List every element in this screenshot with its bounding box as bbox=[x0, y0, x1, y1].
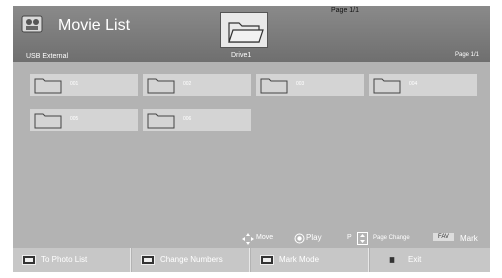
blue-button-icon bbox=[389, 257, 395, 263]
to-photo-list-label: To Photo List bbox=[41, 255, 88, 264]
folder-icon bbox=[34, 113, 62, 129]
to-photo-list-button[interactable]: To Photo List bbox=[13, 248, 131, 272]
yellow-button-icon bbox=[260, 255, 274, 265]
folder-label: 004 bbox=[409, 81, 418, 87]
four-way-arrow-icon bbox=[242, 233, 254, 245]
mark-mode-button[interactable]: Mark Mode bbox=[251, 248, 369, 272]
folder-item-003[interactable]: 003 bbox=[256, 74, 364, 96]
folder-label: 006 bbox=[183, 116, 192, 122]
key-help-bar: Move Play P Page Change FAV Mark bbox=[13, 230, 490, 248]
folder-grid: 001 002 003 004 005 006 bbox=[13, 62, 490, 230]
source-label: USB External bbox=[26, 53, 69, 60]
film-camera-icon bbox=[21, 15, 43, 33]
help-mark: Mark bbox=[460, 234, 478, 243]
folder-icon bbox=[147, 113, 175, 129]
change-numbers-button[interactable]: Change Numbers bbox=[132, 248, 250, 272]
fav-key: FAV bbox=[433, 233, 454, 241]
green-button-icon bbox=[141, 255, 155, 265]
red-button-icon bbox=[22, 255, 36, 265]
header-bar: Movie List Drive1 Page 1/1 USB External … bbox=[13, 6, 490, 62]
folder-item-006[interactable]: 006 bbox=[143, 109, 251, 131]
folder-item-004[interactable]: 004 bbox=[369, 74, 477, 96]
help-p-key: P bbox=[347, 234, 352, 241]
folder-item-002[interactable]: 002 bbox=[143, 74, 251, 96]
folder-icon bbox=[147, 78, 175, 94]
folder-icon bbox=[228, 22, 264, 43]
movie-list-screen: Movie List Drive1 Page 1/1 USB External … bbox=[13, 6, 490, 272]
page-indicator: Page 1/1 bbox=[455, 52, 480, 58]
help-move: Move bbox=[256, 234, 274, 241]
exit-button[interactable]: Exit bbox=[370, 248, 490, 272]
folder-icon bbox=[373, 78, 401, 94]
folder-icon bbox=[260, 78, 288, 94]
change-numbers-label: Change Numbers bbox=[160, 255, 223, 264]
help-page-change: Page Change bbox=[373, 235, 410, 241]
page-title: Movie List bbox=[58, 17, 131, 34]
folder-label: 003 bbox=[296, 81, 305, 87]
folder-item-005[interactable]: 005 bbox=[30, 109, 138, 131]
folder-label: 002 bbox=[183, 81, 192, 87]
folder-item-001[interactable]: 001 bbox=[30, 74, 138, 96]
up-down-arrow-icon bbox=[357, 232, 368, 245]
folder-label: 001 bbox=[70, 81, 79, 87]
drive-label: Drive1 bbox=[231, 52, 252, 59]
radio-button-icon bbox=[294, 233, 305, 244]
help-play: Play bbox=[306, 233, 322, 242]
mark-mode-label: Mark Mode bbox=[279, 255, 320, 264]
footer-bar: To Photo List Change Numbers Mark Mode E… bbox=[13, 248, 490, 272]
folder-icon bbox=[34, 78, 62, 94]
exit-label: Exit bbox=[408, 255, 422, 264]
folder-label: 005 bbox=[70, 116, 79, 122]
page-indicator-top: Page 1/1 bbox=[331, 7, 360, 14]
drive-folder-icon[interactable] bbox=[220, 12, 268, 48]
